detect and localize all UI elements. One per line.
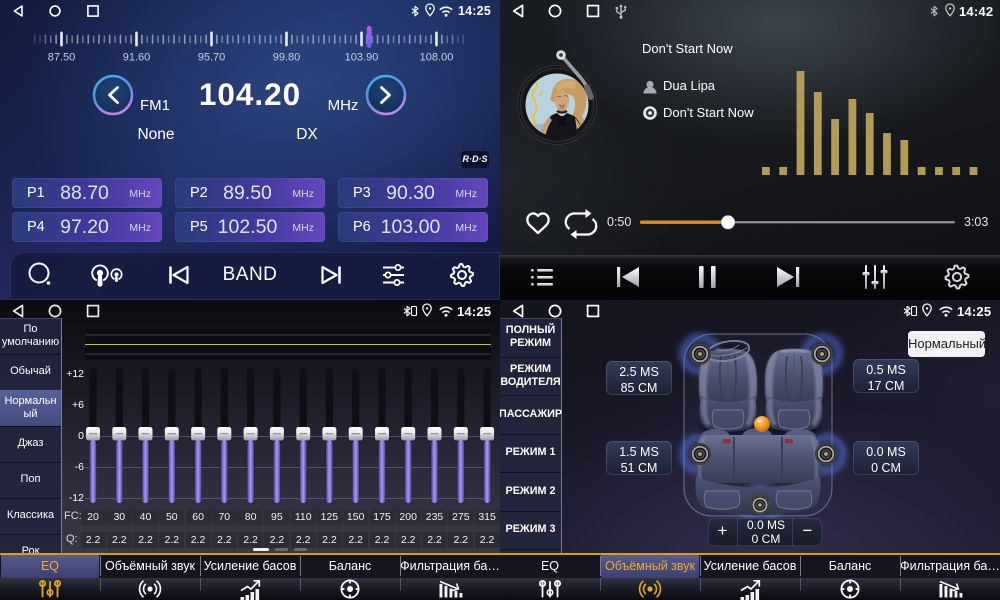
svg-text:99.80: 99.80 <box>273 52 301 64</box>
svg-text:87.50: 87.50 <box>48 52 76 64</box>
svg-text:91.60: 91.60 <box>123 52 151 64</box>
svg-text:108.00: 108.00 <box>420 52 454 64</box>
svg-text:103.90: 103.90 <box>345 52 379 64</box>
svg-text:95.70: 95.70 <box>198 52 226 64</box>
